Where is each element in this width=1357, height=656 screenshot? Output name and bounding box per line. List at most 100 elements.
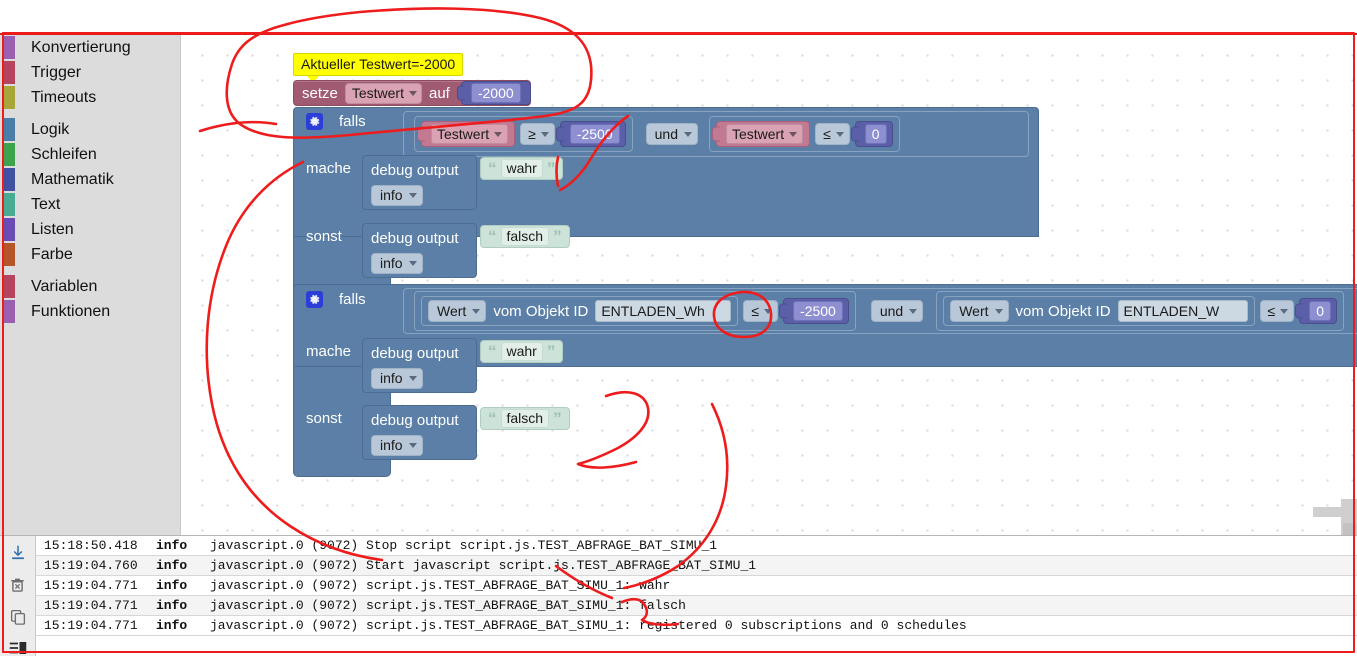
toolbox-item-konvertierung[interactable]: Konvertierung	[0, 35, 180, 60]
toolbox-item-mathematik[interactable]: Mathematik	[0, 167, 180, 192]
get-object-value-block[interactable]: Wert vom Objekt ID ENTLADEN_W	[943, 296, 1255, 326]
debug-command-label: debug output	[371, 412, 459, 429]
debug-severity: info	[380, 187, 403, 203]
toolbox-item-schleifen[interactable]: Schleifen	[0, 142, 180, 167]
debug-text-value: wahr	[500, 159, 543, 178]
log-toolbar	[0, 536, 36, 656]
horizontal-scrollbar-thumb[interactable]	[1313, 507, 1341, 517]
download-icon[interactable]	[7, 544, 29, 562]
log-time: 15:19:04.760	[44, 558, 138, 573]
if-block-2-else-debug-block[interactable]: debug output info	[362, 405, 477, 460]
if-block-2-compare-right[interactable]: Wert vom Objekt ID ENTLADEN_W ≤ 0	[936, 291, 1345, 331]
log-row[interactable]: 15:19:04.771 info javascript.0 (9072) sc…	[36, 596, 1357, 616]
list-icon[interactable]	[7, 640, 29, 656]
variable-name: Testwert	[437, 126, 490, 142]
toolbox-item-timeouts[interactable]: Timeouts	[0, 85, 180, 110]
if-block-2-do-debug-block[interactable]: debug output info	[362, 338, 477, 393]
compare-operator-dropdown[interactable]: ≤	[815, 123, 850, 145]
debug-severity-dropdown[interactable]: info	[371, 368, 423, 389]
toolbox-item-label: Text	[31, 196, 61, 213]
if-block-1-condition-logic-and[interactable]: Testwert ≥ -2500 und Testwert ≤ 0	[403, 111, 1029, 157]
chevron-down-icon	[408, 193, 417, 198]
get-object-value-block[interactable]: Wert vom Objekt ID ENTLADEN_Wh	[421, 296, 739, 326]
log-row[interactable]: 15:19:04.771 info javascript.0 (9072) sc…	[36, 616, 1357, 636]
gear-icon[interactable]	[306, 113, 323, 130]
object-of-label: vom Objekt ID	[493, 302, 589, 320]
if-block-2-else-text-block[interactable]: “ falsch ”	[480, 407, 570, 430]
number-block[interactable]: -2500	[779, 298, 849, 324]
number-block[interactable]: 0	[850, 121, 893, 147]
object-id-field[interactable]: ENTLADEN_W	[1117, 300, 1248, 322]
editor-area: Konvertierung Trigger Timeouts Logik Sch…	[0, 33, 1357, 535]
chevron-down-icon	[540, 131, 549, 137]
if-block-1-else-debug-block[interactable]: debug output info	[362, 223, 477, 278]
variable-dropdown[interactable]: Testwert	[431, 124, 509, 144]
log-message: javascript.0 (9072) Start javascript scr…	[210, 558, 757, 573]
set-value-number-block[interactable]: -2000	[456, 81, 531, 105]
block-notch	[850, 126, 859, 142]
block-notch	[555, 126, 564, 142]
toolbox-item-listen[interactable]: Listen	[0, 217, 180, 242]
if-block-1-do-label: mache	[306, 160, 352, 177]
block-notch	[711, 126, 720, 142]
if-block-2-compare-left[interactable]: Wert vom Objekt ID ENTLADEN_Wh ≤ -2500	[414, 291, 856, 331]
log-row[interactable]: 15:19:04.771 info javascript.0 (9072) sc…	[36, 576, 1357, 596]
toolbox-item-text[interactable]: Text	[0, 192, 180, 217]
if-block-1-do-debug-block[interactable]: debug output info	[362, 155, 477, 210]
compare-operator: ≤	[1267, 303, 1276, 319]
debug-command-label: debug output	[371, 345, 459, 362]
variable-dropdown[interactable]: Testwert	[725, 124, 804, 144]
log-row[interactable]: 15:18:50.418 info javascript.0 (9072) St…	[36, 536, 1357, 556]
compare-operator: ≤	[823, 126, 831, 142]
vertical-scrollbar[interactable]	[1341, 68, 1357, 535]
compare-operator-dropdown[interactable]: ≥	[520, 123, 555, 145]
quote-close-icon: ”	[553, 408, 562, 428]
object-id-field[interactable]: ENTLADEN_Wh	[595, 300, 732, 322]
debug-severity: info	[380, 370, 403, 386]
block-toolbox[interactable]: Konvertierung Trigger Timeouts Logik Sch…	[0, 35, 181, 535]
logic-and-dropdown[interactable]: und	[645, 123, 698, 145]
gear-icon[interactable]	[306, 291, 323, 308]
delete-icon[interactable]	[7, 576, 29, 594]
log-time: 15:19:04.771	[44, 578, 138, 593]
number-block[interactable]: 0	[1295, 298, 1338, 324]
debug-severity-dropdown[interactable]: info	[371, 435, 423, 456]
set-variable-dropdown[interactable]: Testwert	[344, 82, 422, 104]
log-row[interactable]: 15:19:04.760 info javascript.0 (9072) St…	[36, 556, 1357, 576]
log-rows[interactable]: 15:18:50.418 info javascript.0 (9072) St…	[36, 536, 1357, 655]
number-block[interactable]: -2500	[555, 121, 626, 147]
debug-severity: info	[380, 437, 403, 453]
if-block-1-compare-left[interactable]: Testwert ≥ -2500	[414, 116, 633, 152]
toolbox-item-label: Funktionen	[31, 303, 111, 320]
if-block-1-compare-right[interactable]: Testwert ≤ 0	[708, 116, 900, 152]
toolbox-item-funktionen[interactable]: Funktionen	[0, 299, 180, 324]
variables-set-block[interactable]: setze Testwert auf -2000	[293, 80, 531, 106]
if-block-1-else-text-block[interactable]: “ falsch ”	[480, 225, 570, 248]
toolbox-item-variablen[interactable]: Variablen	[0, 274, 180, 299]
variable-get-block[interactable]: Testwert	[417, 121, 516, 147]
log-time: 15:19:04.771	[44, 598, 138, 613]
if-block-2-do-text-block[interactable]: “ wahr ”	[480, 340, 564, 363]
copy-icon[interactable]	[7, 608, 29, 626]
compare-operator-dropdown[interactable]: ≤	[743, 300, 779, 322]
vertical-scrollbar-thumb[interactable]	[1343, 523, 1356, 535]
object-property: Wert	[437, 303, 467, 319]
toolbox-item-logik[interactable]: Logik	[0, 117, 180, 142]
compare-operator-dropdown[interactable]: ≤	[1259, 300, 1295, 322]
block-comment-bubble[interactable]: Aktueller Testwert=-2000	[293, 53, 464, 83]
variable-get-block[interactable]: Testwert	[711, 121, 811, 147]
object-property-dropdown[interactable]: Wert	[950, 300, 1009, 322]
toolbox-item-farbe[interactable]: Farbe	[0, 242, 180, 267]
object-property-dropdown[interactable]: Wert	[428, 300, 487, 322]
toolbox-item-trigger[interactable]: Trigger	[0, 60, 180, 85]
chevron-down-icon	[408, 376, 417, 381]
debug-severity-dropdown[interactable]: info	[371, 185, 423, 206]
if-block-1-do-text-block[interactable]: “ wahr ”	[480, 157, 564, 180]
debug-severity-dropdown[interactable]: info	[371, 253, 423, 274]
number-value: -2500	[793, 301, 843, 321]
if-block-2-condition-logic-and[interactable]: Wert vom Objekt ID ENTLADEN_Wh ≤ -2500 u…	[403, 288, 1357, 334]
compare-operator: ≥	[528, 126, 536, 142]
chevron-down-icon	[472, 308, 481, 314]
blockly-canvas[interactable]: Aktueller Testwert=-2000 setze Testwert …	[181, 35, 1357, 535]
logic-and-dropdown[interactable]: und	[870, 300, 924, 322]
